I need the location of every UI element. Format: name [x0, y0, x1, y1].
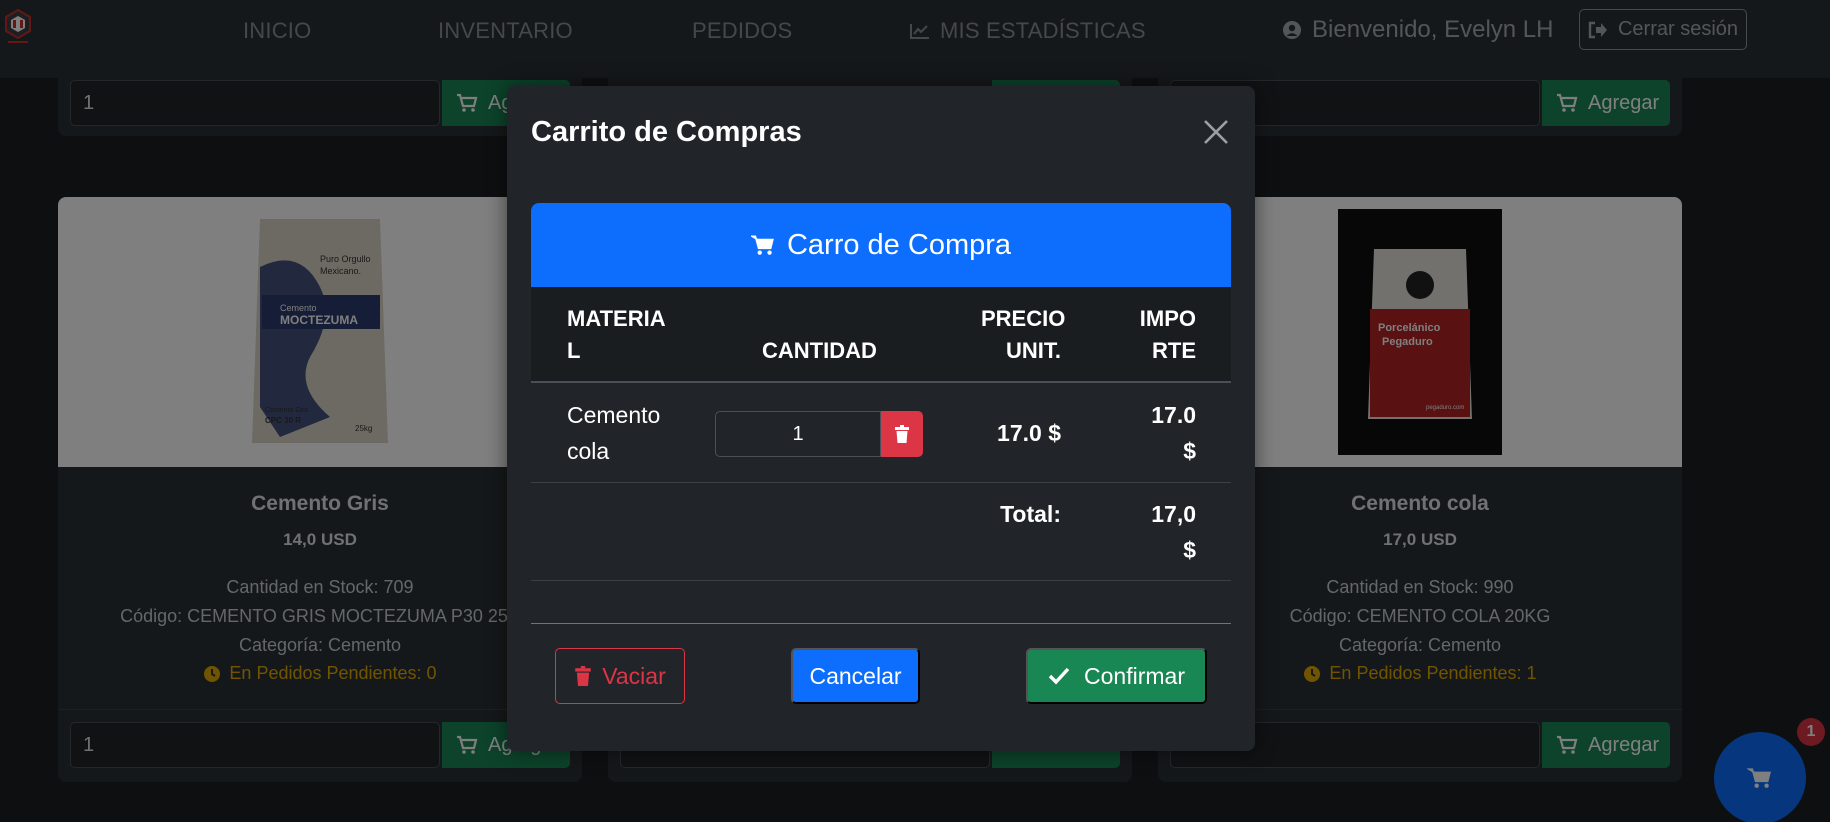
- item-importe-line2: $: [1183, 438, 1196, 464]
- column-importe-line2: RTE: [1152, 338, 1196, 363]
- trash-icon: [575, 666, 592, 686]
- modal-title: Carrito de Compras: [531, 116, 802, 148]
- close-icon[interactable]: [1200, 116, 1232, 148]
- column-precio-line2: UNIT.: [1006, 338, 1061, 363]
- total-value-line2: $: [1183, 537, 1196, 563]
- column-material-line2: L: [567, 338, 581, 363]
- cart-table-row: Cemento cola 1 17.0 $ 17.0 $: [531, 383, 1231, 483]
- cart-icon: [750, 235, 774, 255]
- confirm-label: Confirmar: [1084, 662, 1185, 689]
- column-precio: PRECIO UNIT.: [981, 303, 1066, 367]
- empty-cart-button[interactable]: Vaciar: [555, 648, 685, 704]
- column-importe-line1: IMPO: [1139, 306, 1196, 331]
- cart-table-header: MATERIA L CANTIDAD PRECIO UNIT. IMPO RTE: [531, 287, 1231, 383]
- total-value-line1: 17,0: [1151, 501, 1196, 527]
- total-value: 17,0 $: [1121, 496, 1196, 568]
- column-cantidad: CANTIDAD: [762, 338, 877, 363]
- item-importe-line1: 17.0: [1151, 402, 1196, 428]
- total-label: Total:: [1000, 501, 1061, 527]
- cancel-button[interactable]: Cancelar: [791, 648, 920, 704]
- item-unit-price: 17.0 $: [997, 420, 1061, 446]
- column-material: MATERIA L: [567, 303, 666, 367]
- item-quantity-input[interactable]: 1: [715, 411, 881, 457]
- modal-footer-divider: [531, 623, 1231, 624]
- column-precio-line1: PRECIO: [981, 306, 1066, 331]
- shopping-cart-modal: Carrito de Compras Carro de Compra MATER…: [507, 86, 1255, 751]
- empty-cart-label: Vaciar: [602, 662, 666, 689]
- cart-panel-title: Carro de Compra: [786, 228, 1012, 261]
- remove-item-button[interactable]: [881, 411, 923, 457]
- column-importe: IMPO RTE: [1121, 303, 1196, 367]
- cart-panel-header: Carro de Compra: [531, 203, 1231, 287]
- trash-icon: [895, 425, 909, 443]
- check-icon: [1048, 667, 1070, 685]
- item-material: Cemento cola: [567, 397, 660, 469]
- item-material-line1: Cemento: [567, 402, 661, 428]
- item-importe: 17.0 $: [1121, 397, 1196, 469]
- item-material-line2: cola: [567, 438, 610, 464]
- cart-total-row: Total: 17,0 $: [531, 483, 1231, 581]
- confirm-button[interactable]: Confirmar: [1026, 648, 1207, 704]
- column-material-line1: MATERIA: [567, 306, 666, 331]
